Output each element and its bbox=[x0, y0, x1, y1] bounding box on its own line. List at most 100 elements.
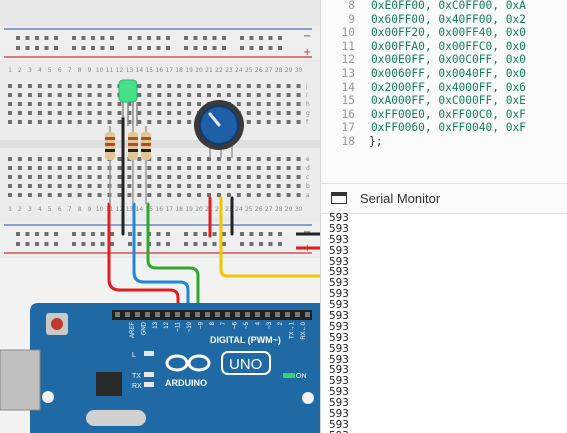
breadboard-hole[interactable] bbox=[236, 175, 241, 179]
breadboard-hole[interactable] bbox=[147, 84, 152, 88]
rail-hole[interactable] bbox=[212, 232, 217, 236]
rail-hole[interactable] bbox=[16, 242, 20, 246]
breadboard-hole[interactable] bbox=[87, 93, 92, 97]
header-pin[interactable] bbox=[265, 312, 270, 317]
breadboard-hole[interactable] bbox=[137, 166, 142, 170]
breadboard-hole[interactable] bbox=[177, 102, 182, 106]
breadboard-hole[interactable] bbox=[47, 84, 52, 88]
breadboard-hole[interactable] bbox=[266, 102, 271, 106]
header-pin[interactable] bbox=[235, 312, 240, 317]
breadboard-hole[interactable] bbox=[226, 175, 231, 179]
breadboard-hole[interactable] bbox=[167, 93, 172, 97]
rail-hole[interactable] bbox=[156, 46, 161, 50]
breadboard-hole[interactable] bbox=[256, 120, 261, 124]
rail-hole[interactable] bbox=[166, 36, 170, 40]
breadboard-hole[interactable] bbox=[296, 166, 301, 170]
breadboard-hole[interactable] bbox=[87, 193, 92, 197]
breadboard-hole[interactable] bbox=[187, 175, 192, 179]
breadboard-hole[interactable] bbox=[256, 166, 261, 170]
rail-hole[interactable] bbox=[184, 36, 188, 40]
rail-hole[interactable] bbox=[184, 46, 188, 50]
breadboard-hole[interactable] bbox=[47, 102, 52, 106]
rail-hole[interactable] bbox=[72, 36, 76, 40]
breadboard-hole[interactable] bbox=[236, 157, 241, 161]
breadboard-hole[interactable] bbox=[226, 157, 231, 161]
breadboard-hole[interactable] bbox=[17, 111, 22, 115]
breadboard-hole[interactable] bbox=[17, 193, 22, 197]
breadboard-hole[interactable] bbox=[177, 193, 182, 197]
rail-hole[interactable] bbox=[259, 36, 263, 40]
breadboard-hole[interactable] bbox=[17, 93, 22, 97]
breadboard-hole[interactable] bbox=[87, 84, 92, 88]
breadboard-hole[interactable] bbox=[236, 193, 241, 197]
breadboard-hole[interactable] bbox=[216, 84, 221, 88]
breadboard-hole[interactable] bbox=[97, 157, 102, 161]
breadboard-hole[interactable] bbox=[157, 84, 162, 88]
rail-hole[interactable] bbox=[25, 46, 30, 50]
breadboard-hole[interactable] bbox=[216, 184, 221, 188]
header-pin[interactable] bbox=[125, 312, 130, 317]
breadboard-hole[interactable] bbox=[266, 111, 271, 115]
rail-hole[interactable] bbox=[81, 232, 86, 236]
breadboard-hole[interactable] bbox=[47, 111, 52, 115]
breadboard-hole[interactable] bbox=[197, 102, 202, 106]
rail-hole[interactable] bbox=[249, 36, 254, 40]
breadboard-hole[interactable] bbox=[27, 120, 32, 124]
breadboard-hole[interactable] bbox=[266, 157, 271, 161]
rail-hole[interactable] bbox=[268, 36, 273, 40]
breadboard-hole[interactable] bbox=[27, 184, 32, 188]
breadboard-hole[interactable] bbox=[37, 120, 42, 124]
rail-hole[interactable] bbox=[16, 232, 20, 236]
breadboard-hole[interactable] bbox=[157, 157, 162, 161]
breadboard-hole[interactable] bbox=[286, 102, 291, 106]
breadboard-hole[interactable] bbox=[8, 84, 12, 88]
header-pin[interactable] bbox=[285, 312, 290, 317]
breadboard-hole[interactable] bbox=[47, 166, 52, 170]
breadboard-hole[interactable] bbox=[67, 175, 72, 179]
header-pin[interactable] bbox=[135, 312, 140, 317]
rail-hole[interactable] bbox=[137, 242, 142, 246]
breadboard-hole[interactable] bbox=[137, 102, 142, 106]
rail-hole[interactable] bbox=[35, 36, 39, 40]
breadboard-hole[interactable] bbox=[37, 93, 42, 97]
breadboard-hole[interactable] bbox=[107, 84, 112, 88]
rail-hole[interactable] bbox=[128, 46, 132, 50]
breadboard-hole[interactable] bbox=[216, 193, 221, 197]
breadboard-hole[interactable] bbox=[256, 84, 261, 88]
breadboard-hole[interactable] bbox=[97, 120, 102, 124]
rail-hole[interactable] bbox=[259, 232, 263, 236]
breadboard-hole[interactable] bbox=[77, 120, 82, 124]
breadboard-hole[interactable] bbox=[147, 120, 152, 124]
breadboard-hole[interactable] bbox=[246, 157, 251, 161]
rail-hole[interactable] bbox=[72, 46, 76, 50]
breadboard-hole[interactable] bbox=[127, 175, 132, 179]
breadboard-hole[interactable] bbox=[167, 102, 172, 106]
breadboard-hole[interactable] bbox=[37, 166, 42, 170]
rail-hole[interactable] bbox=[81, 242, 86, 246]
rail-hole[interactable] bbox=[25, 36, 30, 40]
rail-hole[interactable] bbox=[203, 232, 207, 236]
breadboard-hole[interactable] bbox=[67, 157, 72, 161]
breadboard-hole[interactable] bbox=[17, 120, 22, 124]
rail-hole[interactable] bbox=[128, 242, 132, 246]
breadboard-hole[interactable] bbox=[137, 120, 142, 124]
breadboard-hole[interactable] bbox=[226, 166, 231, 170]
breadboard-hole[interactable] bbox=[37, 111, 42, 115]
rail-hole[interactable] bbox=[203, 36, 207, 40]
breadboard-hole[interactable] bbox=[177, 166, 182, 170]
rail-hole[interactable] bbox=[110, 232, 114, 236]
rail-hole[interactable] bbox=[16, 46, 20, 50]
breadboard-hole[interactable] bbox=[17, 102, 22, 106]
rail-hole[interactable] bbox=[91, 36, 95, 40]
breadboard-hole[interactable] bbox=[167, 84, 172, 88]
breadboard-hole[interactable] bbox=[17, 175, 22, 179]
breadboard-hole[interactable] bbox=[266, 93, 271, 97]
breadboard-hole[interactable] bbox=[147, 102, 152, 106]
breadboard-hole[interactable] bbox=[276, 193, 281, 197]
breadboard-hole[interactable] bbox=[57, 184, 62, 188]
breadboard-hole[interactable] bbox=[276, 102, 281, 106]
breadboard-hole[interactable] bbox=[157, 193, 162, 197]
breadboard-hole[interactable] bbox=[27, 102, 32, 106]
breadboard-hole[interactable] bbox=[187, 120, 192, 124]
breadboard-hole[interactable] bbox=[57, 93, 62, 97]
